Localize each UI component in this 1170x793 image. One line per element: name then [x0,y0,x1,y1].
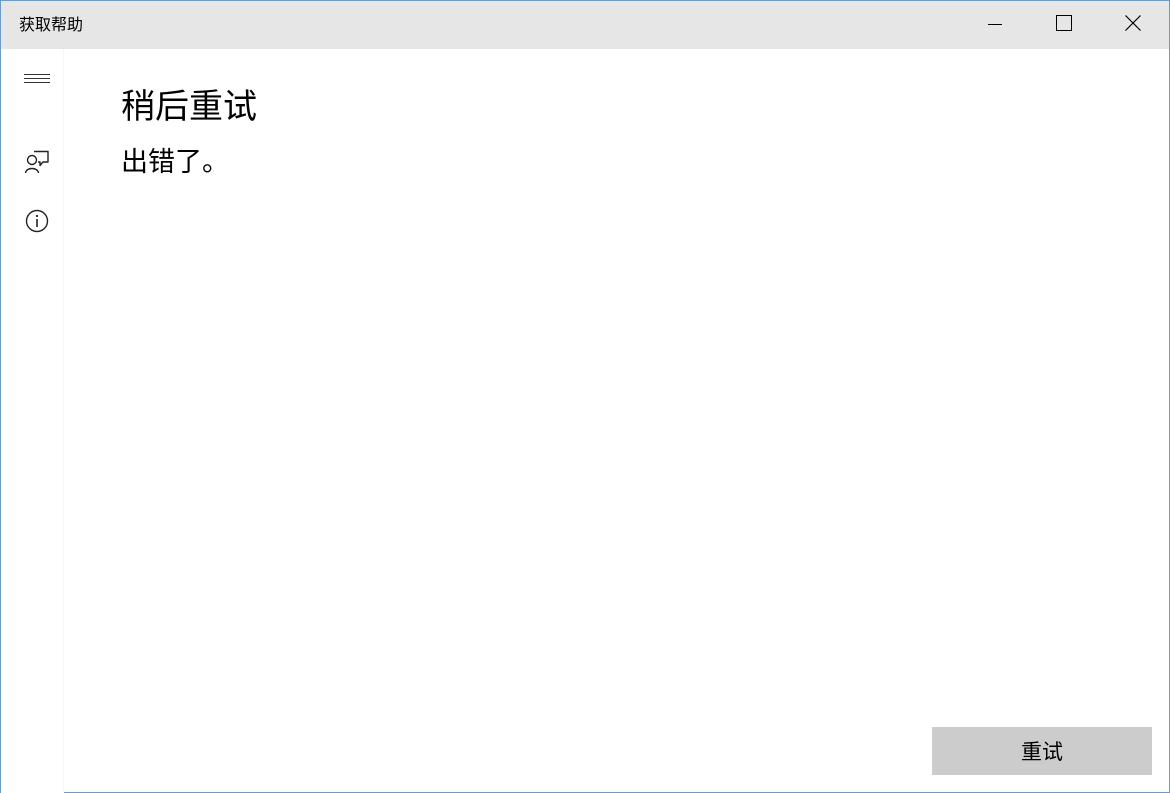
title-bar[interactable]: 获取帮助 [1,1,1169,49]
retry-button[interactable]: 重试 [932,727,1152,775]
page-heading: 稍后重试 [121,87,257,127]
nav-about-button[interactable] [1,197,73,249]
close-button[interactable] [1099,1,1167,49]
window-title: 获取帮助 [19,15,84,34]
close-icon [1125,15,1141,35]
app-window: 获取帮助 稍后重试 出错了。 重试 [0,0,1170,793]
error-message: 出错了。 [121,147,229,178]
navigation-sidebar [1,49,64,793]
nav-contact-support-button[interactable] [1,138,73,190]
nav-menu-button[interactable] [1,53,73,105]
contact-support-icon [24,149,50,179]
info-icon [24,208,50,238]
maximize-icon [1056,15,1072,35]
maximize-button[interactable] [1030,1,1098,49]
minimize-button[interactable] [961,1,1029,49]
minimize-icon [988,16,1002,35]
hamburger-menu-icon [24,70,50,89]
